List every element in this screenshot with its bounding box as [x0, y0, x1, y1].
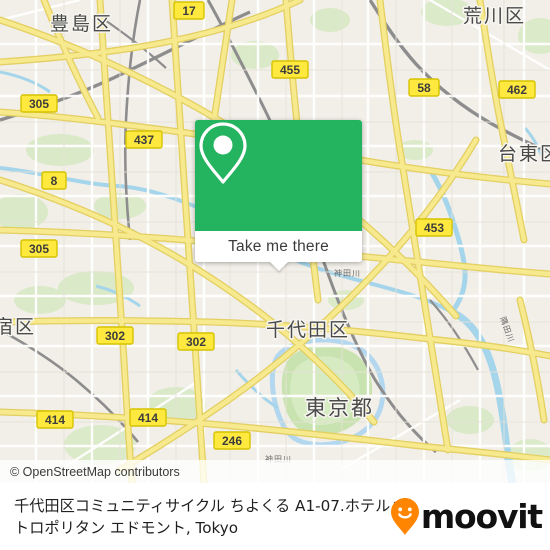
svg-text:453: 453 — [424, 221, 444, 235]
svg-text:305: 305 — [29, 97, 49, 111]
route-shield: 462 — [498, 80, 536, 99]
take-me-there-card[interactable]: Take me there — [195, 120, 362, 271]
location-pin-icon — [199, 122, 247, 184]
route-shield: 414 — [129, 408, 167, 427]
route-shield: 302 — [177, 332, 215, 351]
svg-text:302: 302 — [186, 335, 206, 349]
svg-text:305: 305 — [29, 242, 49, 256]
route-shield: 302 — [96, 326, 134, 345]
moovit-smiley-pin-icon — [390, 497, 419, 535]
moovit-logo[interactable]: moovit — [390, 497, 543, 537]
map-attribution: © OpenStreetMap contributors — [0, 460, 550, 483]
place-caption: 千代田区コミュニティサイクル ちよくる A1-07.ホテルメトロポリタン エドモ… — [14, 496, 406, 537]
ward-label-shinjuku: 宿区 — [0, 316, 36, 338]
ward-label-taito: 台東区 — [498, 143, 550, 165]
route-shield: 414 — [36, 410, 74, 429]
route-shield: 17 — [173, 1, 205, 20]
card-header — [195, 120, 362, 231]
route-shield: 305 — [20, 94, 58, 113]
moovit-map-screen: 神田川 隅田川 神田川 豊島区 荒川区 台東区 宿区 千代田区 東京都 17 4… — [0, 0, 550, 550]
footer-bar: 千代田区コミュニティサイクル ちよくる A1-07.ホテルメトロポリタン エドモ… — [0, 483, 550, 550]
ward-label-chiyoda: 千代田区 — [266, 319, 350, 341]
card-footer[interactable]: Take me there — [195, 231, 362, 271]
card-pointer-tail — [268, 261, 289, 271]
route-shield: 455 — [271, 60, 309, 79]
route-shield: 246 — [213, 431, 251, 450]
moovit-wordmark: moovit — [420, 497, 543, 536]
route-shield: 8 — [41, 171, 67, 190]
svg-text:246: 246 — [222, 434, 242, 448]
svg-text:58: 58 — [417, 81, 431, 95]
svg-text:462: 462 — [507, 83, 527, 97]
ward-label-tokyo: 東京都 — [305, 396, 374, 420]
map-canvas[interactable]: 神田川 隅田川 神田川 豊島区 荒川区 台東区 宿区 千代田区 東京都 17 4… — [0, 0, 550, 483]
svg-text:302: 302 — [105, 329, 125, 343]
route-shield: 58 — [408, 78, 440, 97]
svg-text:414: 414 — [45, 413, 65, 427]
ward-label-toshima: 豊島区 — [50, 13, 113, 35]
svg-text:414: 414 — [138, 411, 158, 425]
take-me-there-label: Take me there — [228, 237, 329, 255]
river-label: 神田川 — [334, 268, 361, 278]
ward-label-arakawa: 荒川区 — [463, 5, 526, 27]
svg-text:437: 437 — [134, 133, 154, 147]
svg-text:17: 17 — [182, 4, 196, 18]
route-shield: 453 — [415, 218, 453, 237]
route-shield: 305 — [20, 239, 58, 258]
attribution-text: © OpenStreetMap contributors — [10, 464, 180, 479]
svg-text:8: 8 — [51, 174, 58, 188]
route-shield: 437 — [125, 130, 163, 149]
svg-text:455: 455 — [280, 63, 300, 77]
